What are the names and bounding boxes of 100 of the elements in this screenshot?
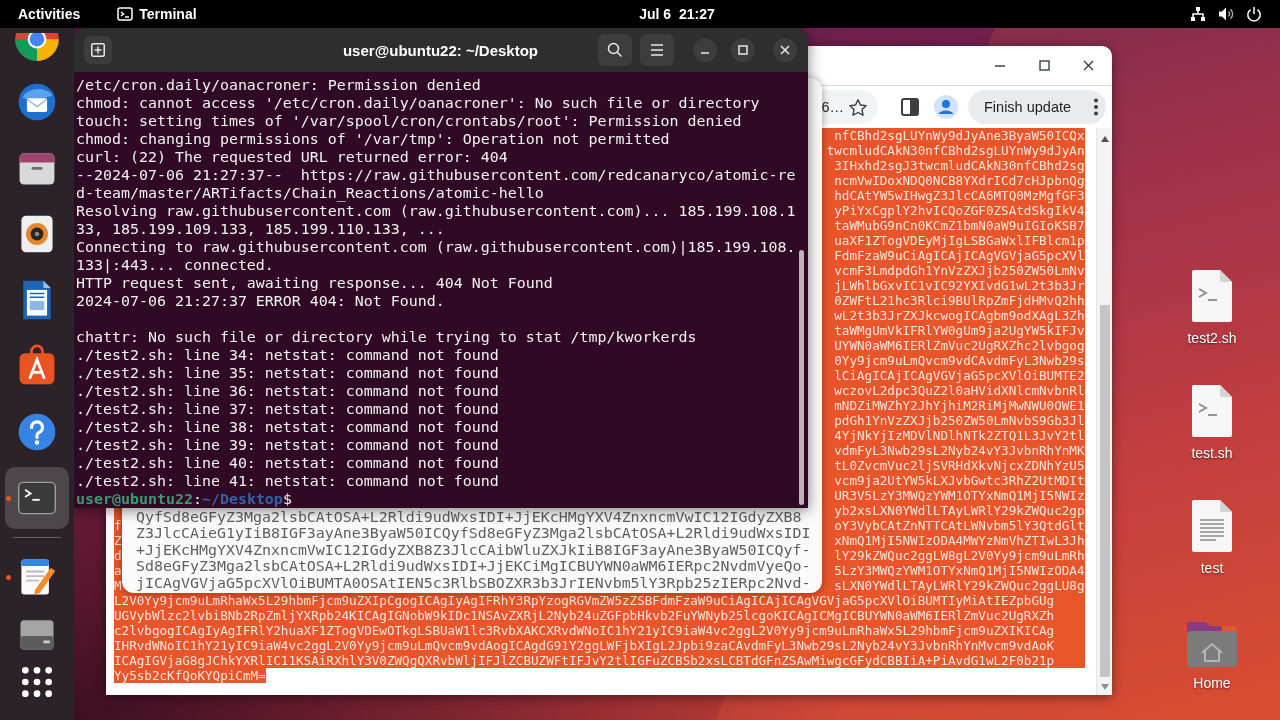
terminal-output-line: 2024-07-06 21:27:37 ERROR 404: Not Found. bbox=[76, 292, 445, 310]
text-line: c2lvbgogICAgIyAgIFRlY2huaXF1ZTogVDEwOTkgLSBUaW1lc3RvbXAKCXRvdWNoIC1hY21yIC9iaW4vc2ggL2V0Yy9jcm9uLmRhaWx5L29hbmFjcm9uZXIKICAg bbox=[114, 623, 1055, 638]
text-fragment: oY3VybCAtZnNTTCAtLWNvbm5lY3QtdGlt bbox=[834, 518, 1085, 533]
terminal-output-line: Resolving raw.githubusercontent.com (raw.githubusercontent.com)... 185.199.108.1 bbox=[76, 202, 796, 220]
terminal-icon bbox=[117, 7, 134, 21]
terminal-output-line: chattr: No such file or directory while trying to stat /tmp/kworkerds bbox=[76, 328, 697, 346]
search-icon bbox=[607, 42, 623, 58]
file-name-label[interactable]: test bbox=[1200, 560, 1224, 577]
address-bar[interactable]: 6… bbox=[822, 90, 878, 124]
text-fragment: jLWhlbGxvIC1vIC92YXIvdG1wL2t3b3Jr bbox=[834, 278, 1085, 293]
app-menu-button[interactable]: Terminal bbox=[109, 2, 205, 26]
square-plus-icon bbox=[90, 42, 106, 58]
script-file-icon[interactable] bbox=[1190, 383, 1234, 439]
scrollbar-thumb[interactable] bbox=[799, 250, 804, 505]
text-fragment: twcmludCAkN30nfCBhd2sgLUYnWy9dJyAn bbox=[826, 143, 1085, 158]
menu-button[interactable] bbox=[640, 34, 674, 66]
text-fragment: yb2xsLXN0YWdlLTAyLWRlY29kZWQuc2gp bbox=[834, 503, 1085, 518]
terminal-output-line: ./test2.sh: line 36: netstat: command not found bbox=[76, 382, 499, 400]
script-file-icon[interactable] bbox=[1190, 268, 1234, 324]
terminal-output-line: /etc/cron.daily/oanacroner: Permission denied bbox=[76, 76, 481, 94]
terminal-output-line: --2024-07-06 21:27:37-- https://raw.githubusercontent.com/redcanaryco/atomic-re bbox=[76, 166, 796, 184]
file-name-label[interactable]: Home bbox=[1193, 675, 1231, 692]
terminal-output-line: ./test2.sh: line 40: netstat: command not found bbox=[76, 454, 499, 472]
search-button[interactable] bbox=[598, 34, 632, 66]
terminal-output-line: ./test2.sh: line 38: netstat: command not found bbox=[76, 418, 499, 436]
terminal-output-line: HTTP request sent, awaiting response... 404 Not Found bbox=[76, 274, 553, 292]
terminal-output-line: chmod: cannot access '/etc/cron.daily/oanacroner': No such file or directory bbox=[76, 94, 760, 112]
text-fragment: nfCBhd2sgLUYnWy9dJyAne3ByaW50ICQx bbox=[834, 128, 1085, 143]
close-icon bbox=[1082, 60, 1094, 71]
text-fragment: vcm9ja2UtYW5kLXJvbGwtc3RhZ2UtMDIt bbox=[834, 473, 1085, 488]
terminal-output-line: 133|:443... connected. bbox=[76, 256, 274, 274]
file-name-label[interactable]: test.sh bbox=[1191, 445, 1233, 462]
kebab-menu-icon bbox=[1094, 98, 1098, 116]
text-fragment: wL2t3b3JrZXJkcwogICAgbm9odXAgL3Zh bbox=[834, 308, 1085, 323]
text-fragment: xNmQ1MjI5NWIzODA4MWYzNmVhZTIwL3Jh bbox=[834, 533, 1085, 548]
text-fragment: yPiYxCgplY2hvICQoZGF0ZSAtdSkgIkV4 bbox=[834, 203, 1085, 218]
editor-text-line: jICAgVGVjaG5pcXVlOiBUMTA0OSAtIEN5c3RlbSBOZXR3b3JrIENvbm5lY3Rpb25zIERpc2Nvd- bbox=[136, 574, 811, 591]
minimize-icon bbox=[995, 64, 1005, 67]
menu-icon bbox=[650, 44, 664, 56]
text-fragment: M bbox=[114, 578, 122, 593]
text-fragment: a bbox=[114, 563, 122, 578]
text-fragment: 0ZWFtL21hc3Rlci9BUlRpZmFjdHMvQ2hh bbox=[834, 293, 1085, 308]
activities-button[interactable]: Activities bbox=[10, 2, 89, 26]
text-fragment: vcmF3LmdpdGh1YnVzZXJjb250ZW50LmNv bbox=[834, 263, 1085, 278]
scroll-up-arrow-icon[interactable] bbox=[1100, 136, 1109, 142]
editor-text-line: Sd8eGFyZ3Mga2lsbCAtOSA+L2Rldi9udWxsIDI+JjEKCiMgICBUYWN0aWM6IERpc2NvdmVyeQo- bbox=[136, 558, 811, 575]
text-fragment: wczovL2dpc3QuZ2l0aHVidXNlcmNvbnRl bbox=[834, 383, 1085, 398]
text-fragment: FdmFzaW9uCiAgICAjICAgVGVjaG5pcXVl bbox=[834, 248, 1085, 263]
text-file-icon[interactable] bbox=[1190, 498, 1234, 554]
terminal-output-line: ./test2.sh: line 34: netstat: command not found bbox=[76, 346, 499, 364]
text-line: UGVybWlzc2lvbiBNb2RpZmljYXRpb24KICAgIGNobW9kIDc1NSAvZXRjL2Nyb24uZGFpbHkvb2FuYWNyb25lcgoKICAgICMgICBUYWN0aWM6IERlZmVuc2UgRXZh bbox=[114, 608, 1055, 623]
new-tab-button[interactable] bbox=[84, 36, 112, 64]
maximize-button[interactable] bbox=[731, 38, 755, 62]
finish-update-button[interactable]: Finish update bbox=[968, 90, 1106, 124]
editor-text-line: +JjEKcHMgYXV4ZnxncmVwIC12IGdyZXB8Z3JlcCAibWluZXJkIiB8IGF3ayAne3ByaW50ICQyf- bbox=[136, 541, 811, 558]
text-fragment: taWMubG9nCn0KCmZ1bmN0aW9uIGIoKSB7 bbox=[834, 218, 1085, 233]
scroll-down-arrow-icon[interactable] bbox=[1100, 684, 1109, 690]
color-wheel-icon bbox=[15, 33, 59, 61]
terminal-output-line: Connecting to raw.githubusercontent.com (raw.githubusercontent.com)|185.199.108. bbox=[76, 238, 796, 256]
star-icon bbox=[849, 98, 867, 116]
file-name-label[interactable]: test2.sh bbox=[1187, 330, 1237, 347]
close-button[interactable] bbox=[773, 38, 797, 62]
text-fragment: sLXN0YWdlLTAyLWRlY29kZWQuc2ggLU8g bbox=[834, 578, 1085, 593]
scrollbar-thumb[interactable] bbox=[1099, 305, 1110, 677]
clock-button[interactable]: Jul 6 21:27 bbox=[631, 2, 723, 26]
terminal-output-line: 33, 185.199.109.133, 185.199.110.133, ... bbox=[76, 220, 445, 238]
terminal-output-line: curl: (22) The requested URL returned error: 404 bbox=[76, 148, 508, 166]
home-folder-icon[interactable] bbox=[1184, 619, 1240, 669]
text-fragment: ncmVwIDoxNDQ0NCB8YXdrICd7cHJpbnQg bbox=[834, 173, 1085, 188]
text-fragment: UR3V5LzY3MWQzYWM1OTYxNmQ1MjI5NWIz bbox=[834, 488, 1085, 503]
maximize-icon bbox=[738, 45, 748, 55]
terminal-output-line: ./test2.sh: line 39: netstat: command not found bbox=[76, 436, 499, 454]
editor-text-line: Z3JlcCAieG1yIiB8IGF3ayAne3ByaW50ICQyfSd8eGFyZ3Mga2lsbCAtOSA+L2Rldi9udWxsIDI bbox=[136, 525, 811, 542]
text-fragment: d bbox=[114, 548, 122, 563]
text-fragment: f bbox=[114, 518, 122, 533]
text-line: L2V0Yy9jcm9uLmRhaWx5L29hbmFjcm9uZXIpCgogICAgIyAgIFRhY3RpYzogRGVmZW5zZSBFdmFzaW9uCiAgICAjICAgVGVjaG5pcXVlOiBUMTIyMiAtIEZpbGUg bbox=[114, 593, 1055, 608]
text-fragment: Z bbox=[114, 533, 122, 548]
minimize-button[interactable] bbox=[693, 38, 717, 62]
text-fragment: 0Yy9jcm9uLmQvcm9vdCAvdmFyL3Nwb29s bbox=[834, 353, 1085, 368]
terminal-output-line: ./test2.sh: line 41: netstat: command not found bbox=[76, 472, 499, 490]
window-title: user@ubuntu22: ~/Desktop bbox=[342, 41, 539, 59]
text-fragment: UYWN0aWM6IERlZmVuc2UgRXZhc2lvbgog bbox=[834, 338, 1085, 353]
text-fragment: hdCAtYW5wIHwgZ3JlcCA6MTQ0MzMgfGF3 bbox=[834, 188, 1085, 203]
text-fragment: vdmFyL3Nwb29sL2Nyb24vY3JvbnRhYnMK bbox=[834, 443, 1085, 458]
side-panel-icon bbox=[901, 98, 919, 116]
text-fragment: tL0ZvcmVuc2ljSVRHdXkvNjcxZDNhYzU5 bbox=[834, 458, 1085, 473]
person-icon bbox=[934, 95, 958, 119]
text-fragment: pdGh1YnVzZXJjb250ZW50LmNvbS9Gb3Jl bbox=[834, 413, 1085, 428]
network-icon bbox=[1190, 6, 1206, 22]
terminal-output-line: ./test2.sh: line 35: netstat: command not found bbox=[76, 364, 499, 382]
terminal-output-line: ./test2.sh: line 37: netstat: command not found bbox=[76, 400, 499, 418]
terminal-output-line: chmod: changing permissions of '/var/tmp': Operation not permitted bbox=[76, 130, 670, 148]
text-fragment: taWMgUmVkIFRlYW0gUm9ja2UgYW5kIFJv bbox=[834, 323, 1085, 338]
text-fragment: lCiAgICAjICAgVGVjaG5pcXVlOiBUMTE2 bbox=[834, 368, 1085, 383]
text-fragment: uaXF1ZTogVDEyMjIgLSBGaWxlIFBlcm1p bbox=[834, 233, 1085, 248]
text-fragment: mNDZiMWZhY2JhYjhiM2RiMjMwNWU0OWE1 bbox=[834, 398, 1085, 413]
text-fragment: lY29kZWQuc2ggLW8gL2V0Yy9jcm9uLmRh bbox=[834, 548, 1085, 563]
close-icon bbox=[780, 45, 790, 55]
terminal-prompt: user@ubuntu22:~/Desktop$ bbox=[76, 490, 292, 508]
text-fragment: 5LzY3MWQzYWM1OTYxNmQ1MjI5NWIzODA4 bbox=[834, 563, 1085, 578]
